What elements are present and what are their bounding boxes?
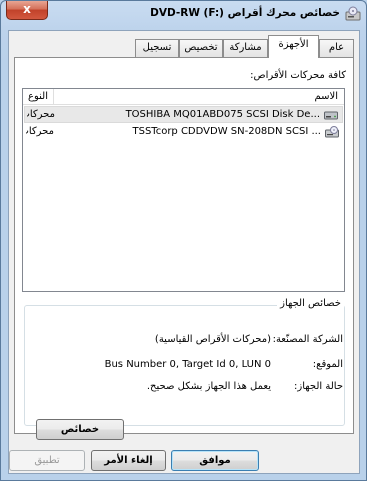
device-status-value: يعمل هذا الجهاز بشكل صحيح. — [146, 381, 271, 392]
properties-window: خصائص محرك أقراص DVD-RW (F:) x عام الأجه… — [0, 0, 367, 481]
hard-disk-icon — [324, 111, 338, 120]
tab-customize[interactable]: تخصيص — [179, 39, 223, 57]
drives-list[interactable]: الاسم النوع TOSHIBA MQ01ABD075 SCSI Disk… — [22, 88, 345, 292]
drive-type: محركات الأ... — [26, 126, 54, 137]
column-header-type[interactable]: النوع — [23, 89, 54, 105]
cancel-button[interactable]: إلغاء الأمر — [91, 450, 166, 471]
tab-strip: عام الأجهزة مشاركة تخصيص تسجيل — [9, 31, 359, 58]
apply-button: تطبيق — [9, 450, 85, 471]
tab-recording[interactable]: تسجيل — [135, 39, 179, 57]
drive-name: TOSHIBA MQ01ABD075 SCSI Disk De... — [125, 109, 320, 120]
list-header: الاسم النوع — [23, 89, 344, 105]
window-title: خصائص محرك أقراص DVD-RW (F:) — [150, 7, 340, 19]
device-properties-title: خصائص الجهاز — [277, 298, 344, 309]
close-button[interactable]: x — [6, 1, 48, 20]
optical-drive-icon — [325, 126, 339, 138]
location-label: الموقع: — [312, 359, 343, 370]
device-status-label: حالة الجهاز: — [294, 381, 343, 392]
column-header-name[interactable]: الاسم — [53, 89, 344, 105]
column-name-label: الاسم — [314, 91, 338, 102]
tab-sharing[interactable]: مشاركة — [223, 39, 268, 57]
dialog-client-area: عام الأجهزة مشاركة تخصيص تسجيل كافة محرك… — [8, 30, 360, 474]
column-type-label: النوع — [28, 91, 48, 102]
location-value: Bus Number 0, Target Id 0, LUN 0 — [104, 359, 271, 370]
manufacturer-label: الشركة المصنّعة: — [272, 334, 343, 345]
ok-button[interactable]: موافق — [171, 450, 259, 471]
title-bar[interactable]: خصائص محرك أقراص DVD-RW (F:) x — [1, 1, 366, 28]
drive-name: TSSTcorp CDDVDW SN-208DN SCSI ... — [132, 126, 321, 137]
list-item[interactable]: TSSTcorp CDDVDW SN-208DN SCSI ... محركات… — [24, 124, 343, 141]
manufacturer-value: (محركات الأقراص القياسية) — [154, 334, 271, 345]
properties-button[interactable]: خصائص — [36, 419, 124, 440]
list-item[interactable]: TOSHIBA MQ01ABD075 SCSI Disk De... محركا… — [24, 106, 343, 123]
tab-general[interactable]: عام — [319, 39, 354, 57]
tab-hardware[interactable]: الأجهزة — [268, 35, 319, 58]
dvd-drive-icon — [345, 6, 361, 21]
all-drives-label: كافة محركات الأقراص: — [250, 70, 346, 81]
drive-type: محركات الأ... — [27, 109, 55, 120]
hardware-tab-panel: كافة محركات الأقراص: الاسم النوع TOSHIBA… — [14, 57, 354, 440]
